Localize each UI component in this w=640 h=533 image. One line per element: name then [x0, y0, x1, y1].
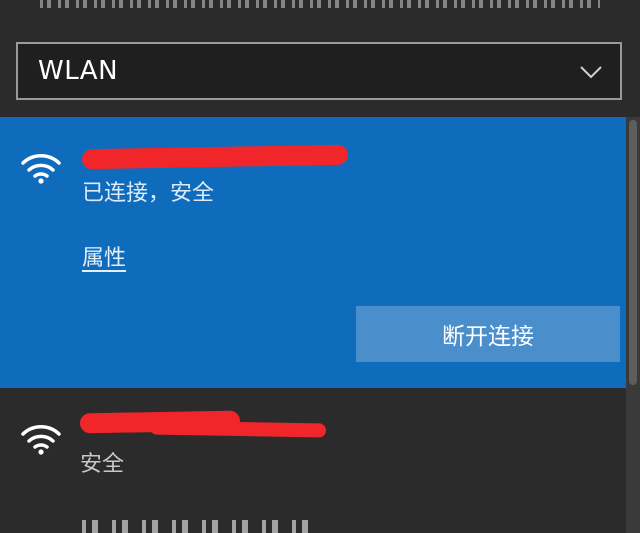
wifi-signal-icon — [20, 149, 62, 185]
wifi-flyout: WLAN 已连接，安全 属性 断开连接 安全 — [0, 0, 640, 533]
cut-off-network-item-text — [82, 520, 312, 533]
wifi-signal-icon — [20, 420, 62, 456]
redacted-ssid — [149, 420, 327, 438]
adapter-selected-label: WLAN — [38, 56, 119, 86]
network-item[interactable]: 安全 — [0, 388, 626, 500]
properties-link[interactable]: 属性 — [82, 240, 126, 272]
cut-off-network-list-text — [40, 0, 600, 8]
disconnect-button[interactable]: 断开连接 — [356, 306, 620, 362]
chevron-down-icon — [580, 64, 602, 79]
network-status: 已连接，安全 — [82, 181, 215, 206]
network-status: 安全 — [80, 452, 125, 477]
network-adapter-dropdown[interactable]: WLAN — [16, 42, 622, 100]
redacted-ssid — [81, 144, 349, 170]
scrollbar-thumb[interactable] — [629, 120, 637, 385]
